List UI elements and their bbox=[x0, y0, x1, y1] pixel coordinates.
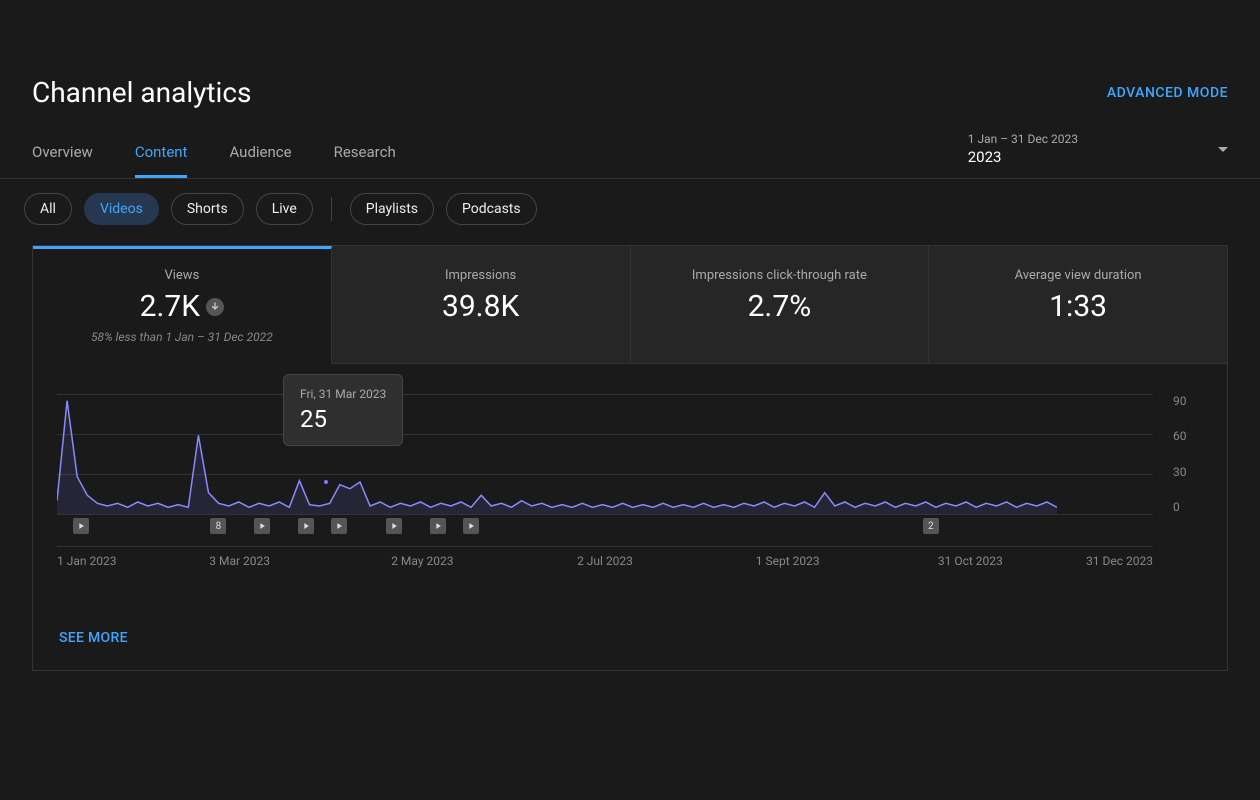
metric-value: 2.7% bbox=[748, 289, 812, 324]
tab-content[interactable]: Content bbox=[135, 127, 188, 178]
metric-label: Views bbox=[49, 268, 315, 283]
dropdown-arrow-icon bbox=[1218, 147, 1228, 152]
x-tick: 31 Oct 2023 bbox=[938, 554, 1003, 568]
chart-tooltip: Fri, 31 Mar 2023 25 bbox=[283, 374, 403, 446]
tab-audience[interactable]: Audience bbox=[229, 127, 291, 178]
metrics-card: Views 2.7K 58% less than 1 Jan – 31 Dec 20… bbox=[32, 245, 1228, 671]
upload-count-marker[interactable]: 8 bbox=[210, 518, 226, 534]
advanced-mode-button[interactable]: ADVANCED MODE bbox=[1107, 85, 1228, 101]
metric-impressions[interactable]: Impressions 39.8K bbox=[332, 246, 631, 364]
upload-marker[interactable] bbox=[254, 518, 270, 534]
date-range-value: 2023 bbox=[968, 148, 1078, 166]
metric-impressions-click-through-rate[interactable]: Impressions click-through rate 2.7% bbox=[631, 246, 930, 364]
page-title: Channel analytics bbox=[32, 76, 251, 109]
date-range-label: 1 Jan – 31 Dec 2023 bbox=[968, 132, 1078, 146]
date-range-picker[interactable]: 1 Jan – 31 Dec 2023 2023 bbox=[968, 132, 1228, 178]
main-tabs: Overview Content Audience Research bbox=[32, 127, 396, 178]
x-tick: 31 Dec 2023 bbox=[1086, 554, 1153, 568]
y-tick: 0 bbox=[1173, 500, 1203, 514]
x-tick: 2 Jul 2023 bbox=[577, 554, 633, 568]
chip-all[interactable]: All bbox=[24, 193, 72, 225]
metric-average-view-duration[interactable]: Average view duration 1:33 bbox=[929, 246, 1227, 364]
metric-label: Impressions click-through rate bbox=[647, 268, 913, 283]
x-tick: 3 Mar 2023 bbox=[209, 554, 270, 568]
x-tick: 1 Sept 2023 bbox=[756, 554, 820, 568]
chip-shorts[interactable]: Shorts bbox=[171, 193, 244, 225]
upload-marker[interactable] bbox=[298, 518, 314, 534]
chart-hover-point bbox=[322, 478, 330, 486]
upload-marker[interactable] bbox=[463, 518, 479, 534]
filter-chips: All Videos Shorts Live Playlists Podcasts bbox=[24, 179, 1228, 245]
chip-divider bbox=[331, 197, 332, 221]
tab-research[interactable]: Research bbox=[334, 127, 396, 178]
trend-down-icon bbox=[206, 298, 224, 316]
metric-views[interactable]: Views 2.7K 58% less than 1 Jan – 31 Dec 20… bbox=[33, 246, 332, 364]
metric-value: 39.8K bbox=[442, 289, 519, 324]
upload-marker[interactable] bbox=[386, 518, 402, 534]
upload-marker[interactable] bbox=[430, 518, 446, 534]
chip-playlists[interactable]: Playlists bbox=[350, 193, 434, 225]
tab-overview[interactable]: Overview bbox=[32, 127, 93, 178]
chip-videos[interactable]: Videos bbox=[84, 193, 159, 225]
metric-label: Impressions bbox=[348, 268, 614, 283]
line-chart[interactable] bbox=[57, 394, 1057, 514]
metric-value: 2.7K bbox=[140, 289, 200, 324]
x-tick: 2 May 2023 bbox=[391, 554, 453, 568]
y-tick: 30 bbox=[1173, 465, 1203, 479]
metric-compare: 58% less than 1 Jan – 31 Dec 2022 bbox=[49, 330, 315, 344]
upload-marker[interactable] bbox=[331, 518, 347, 534]
upload-marker[interactable] bbox=[73, 518, 89, 534]
chip-podcasts[interactable]: Podcasts bbox=[446, 193, 537, 225]
see-more-button[interactable]: SEE MORE bbox=[33, 612, 1227, 670]
tooltip-date: Fri, 31 Mar 2023 bbox=[300, 387, 386, 401]
upload-count-marker[interactable]: 2 bbox=[923, 518, 939, 534]
x-tick: 1 Jan 2023 bbox=[57, 554, 116, 568]
chip-live[interactable]: Live bbox=[256, 193, 313, 225]
metric-value: 1:33 bbox=[1049, 289, 1107, 324]
y-tick: 90 bbox=[1173, 394, 1203, 408]
metric-label: Average view duration bbox=[945, 268, 1211, 283]
y-tick: 60 bbox=[1173, 429, 1203, 443]
tooltip-value: 25 bbox=[300, 405, 386, 433]
chart-area: 90 60 30 0 Fri, 31 Mar 2023 25 8 2 1 Jan 202… bbox=[33, 364, 1227, 612]
